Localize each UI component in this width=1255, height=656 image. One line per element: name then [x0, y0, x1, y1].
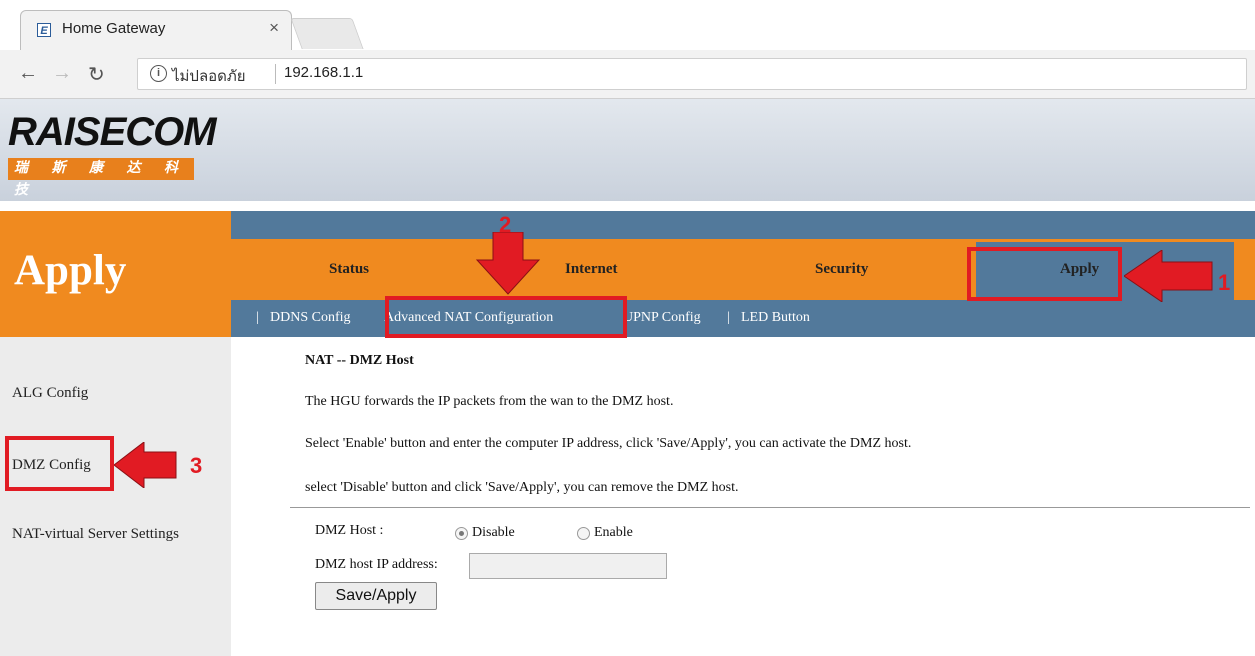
step-number-1: 1: [1218, 270, 1231, 295]
section-header: Apply: [0, 211, 231, 337]
favicon-icon: E: [37, 23, 51, 37]
radio-enable-label[interactable]: Enable: [594, 525, 633, 541]
annotation-box-dmz-config: [5, 436, 114, 491]
step-number-2: 2: [499, 212, 512, 237]
description-text: The HGU forwards the IP packets from the…: [305, 394, 674, 409]
save-apply-button[interactable]: Save/Apply: [315, 582, 437, 610]
info-icon[interactable]: i: [150, 65, 167, 82]
new-tab-button[interactable]: [290, 18, 364, 49]
security-label[interactable]: ไม่ปลอดภัย: [172, 64, 246, 88]
dmz-host-label: DMZ Host :: [315, 523, 384, 538]
radio-disable[interactable]: [455, 527, 468, 540]
url-text[interactable]: 192.168.1.1: [284, 64, 363, 81]
annotation-box-advanced-nat: [385, 296, 627, 338]
main-content: NAT -- DMZ Host The HGU forwards the IP …: [290, 337, 1255, 656]
divider: [290, 507, 1250, 508]
back-icon[interactable]: ←: [18, 62, 38, 85]
arrow-down-icon: [475, 232, 541, 295]
arrow-left-icon: [114, 442, 177, 488]
ip-address-label: DMZ host IP address:: [315, 557, 438, 572]
sidebar-item-nat-virtual-server[interactable]: NAT-virtual Server Settings: [12, 526, 179, 543]
arrow-left-icon: [1124, 250, 1213, 302]
forward-icon[interactable]: →: [52, 62, 72, 85]
enable-instructions: Select 'Enable' button and enter the com…: [305, 436, 912, 451]
disable-instructions: select 'Disable' button and click 'Save/…: [305, 480, 739, 495]
address-bar[interactable]: i ไม่ปลอดภัย 192.168.1.1: [137, 58, 1247, 90]
browser-tab[interactable]: E Home Gateway ×: [20, 10, 292, 50]
section-title: Apply: [14, 247, 127, 294]
close-icon[interactable]: ×: [269, 18, 279, 38]
radio-disable-label[interactable]: Disable: [472, 525, 515, 541]
sidebar: ALG Config DMZ Config NAT-virtual Server…: [0, 337, 231, 656]
subnav-separator: |: [727, 310, 730, 325]
browser-toolbar: ← → ↻ i ไม่ปลอดภัย 192.168.1.1: [0, 50, 1255, 99]
reload-icon[interactable]: ↻: [88, 62, 105, 87]
dmz-ip-input[interactable]: [469, 553, 667, 579]
subnav-separator: |: [256, 310, 259, 325]
nav-status[interactable]: Status: [329, 261, 369, 278]
browser-tabstrip: E Home Gateway ×: [0, 0, 1255, 50]
sidebar-item-alg-config[interactable]: ALG Config: [12, 385, 88, 402]
radio-enable[interactable]: [577, 527, 590, 540]
tab-title: Home Gateway: [62, 20, 166, 37]
page-title: NAT -- DMZ Host: [305, 353, 414, 368]
annotation-box-apply: [967, 247, 1122, 301]
nav-internet[interactable]: Internet: [565, 261, 618, 278]
logo: RAISECOM 瑞 斯 康 达 科 技: [8, 110, 217, 198]
subnav-ddns-config[interactable]: DDNS Config: [270, 310, 351, 326]
step-number-3: 3: [190, 453, 203, 478]
subnav-upnp-config[interactable]: UPNP Config: [623, 310, 701, 326]
logo-subtitle: 瑞 斯 康 达 科 技: [8, 158, 194, 198]
subnav-led-button[interactable]: LED Button: [741, 310, 810, 326]
logo-text: RAISECOM: [8, 110, 217, 154]
nav-security[interactable]: Security: [815, 261, 868, 278]
nav-top-strip: [231, 211, 1255, 239]
url-divider: [275, 64, 276, 84]
